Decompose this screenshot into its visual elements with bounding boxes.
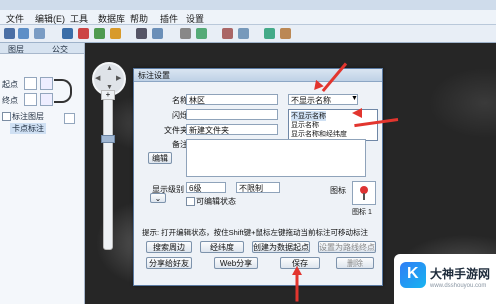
globe-icon[interactable] (264, 28, 275, 39)
start-input[interactable] (24, 77, 37, 90)
editable-checkbox[interactable] (186, 197, 195, 206)
tree-child-label[interactable]: 卡点标注 (10, 123, 46, 134)
icon-label: 图标 (330, 186, 346, 195)
display-level-select[interactable]: 6级 (186, 182, 226, 193)
open-icon[interactable] (4, 28, 15, 39)
download-icon[interactable] (152, 28, 163, 39)
edit-button[interactable]: 编辑 (148, 152, 172, 164)
start-label: 起点 (2, 80, 18, 89)
hint-text: 提示: 打开编辑状态，按住Shift键+鼠标左键拖动当前标注可移动标注 (142, 228, 369, 237)
print-icon[interactable] (180, 28, 191, 39)
name-field[interactable]: 林区 (186, 94, 278, 105)
end-input[interactable] (24, 93, 37, 106)
marker-settings-dialog: 标注设置 名称 林区 不显示名称 ▼ 不显示名称 显示名称 显示名称和经纬度 闪… (133, 68, 383, 286)
menu-edit[interactable]: 编辑(E) (35, 12, 65, 25)
measure-icon[interactable] (136, 28, 147, 39)
route-icon[interactable] (222, 28, 233, 39)
menu-tools[interactable]: 工具 (70, 12, 88, 25)
set-start-button[interactable]: 创建为数据起点 (252, 241, 310, 253)
annotation-arrow-bottom (295, 273, 299, 302)
menu-database[interactable]: 数据库 (98, 12, 125, 25)
dialog-titlebar[interactable]: 标注设置 (134, 69, 382, 82)
toolbar (0, 25, 496, 43)
menu-plugins[interactable]: 插件 (160, 12, 178, 25)
tag-icon[interactable] (280, 28, 291, 39)
coords-button[interactable]: 经纬度 (200, 241, 244, 253)
annotation-arrowhead-right (352, 108, 362, 118)
zoom-handle[interactable] (101, 135, 115, 143)
site-logo-letter: K (407, 265, 419, 282)
zoom-in-icon[interactable]: + (101, 90, 115, 100)
pin-stem (363, 193, 365, 200)
gps-icon[interactable] (196, 28, 207, 39)
tree-root-label[interactable]: 标注图层 (12, 111, 44, 122)
dialog-title: 标注设置 (138, 71, 170, 80)
menu-help[interactable]: 帮助 (130, 12, 148, 25)
label-display-combo-value: 不显示名称 (291, 96, 331, 105)
window-titlebar (0, 0, 496, 10)
menu-settings[interactable]: 设置 (186, 12, 204, 25)
end-pin-icon[interactable] (40, 93, 53, 106)
folder-label: 文件夹 (164, 126, 188, 135)
site-logo-icon: K (400, 262, 426, 288)
start-pin-icon[interactable] (40, 77, 53, 90)
left-panel: 图层 公交 起点 终点 标注图层 卡点标注 (0, 43, 85, 304)
annotation-arrowhead-bottom (292, 266, 302, 275)
search-icon[interactable] (62, 28, 73, 39)
collapse-chevron-icon[interactable]: ⌄ (150, 193, 166, 203)
end-label: 终点 (2, 96, 18, 105)
site-url: www.dsshouyou.com (430, 283, 487, 289)
layer-settings-icon[interactable] (64, 113, 75, 124)
area-icon[interactable] (110, 28, 121, 39)
limit-select[interactable]: 不限制 (236, 182, 280, 193)
zoom-slider[interactable]: + (101, 90, 115, 250)
pan-up-icon[interactable]: ▲ (106, 65, 113, 72)
layers-icon[interactable] (34, 28, 45, 39)
web-share-button[interactable]: Web分享 (214, 257, 258, 269)
share-friend-button[interactable]: 分享给好友 (146, 257, 192, 269)
left-panel-header: 图层 公交 (0, 43, 84, 54)
line-icon[interactable] (94, 28, 105, 39)
left-panel-title: 图层 (8, 45, 24, 54)
icon-preview[interactable] (352, 181, 376, 205)
menu-bar: 文件 编辑(E) 工具 数据库 帮助 插件 设置 (0, 10, 496, 25)
dropdown-option-show-coords[interactable]: 显示名称和经纬度 (291, 129, 347, 139)
icon-count: 图标 1 (352, 209, 372, 216)
pan-left-icon[interactable]: ◀ (95, 74, 100, 82)
chevron-down-icon[interactable]: ▼ (351, 95, 358, 102)
site-watermark: K 大神手游网 www.dsshouyou.com (394, 254, 496, 304)
menu-file[interactable]: 文件 (6, 12, 24, 25)
marker-icon[interactable] (78, 28, 89, 39)
pan-right-icon[interactable]: ▶ (116, 74, 121, 82)
tab-bus[interactable]: 公交 (52, 44, 68, 55)
editable-label: 可编辑状态 (196, 197, 236, 206)
delete-button[interactable]: 删除 (336, 257, 374, 269)
layer-checkbox[interactable] (2, 112, 11, 121)
type-field[interactable] (186, 109, 278, 120)
search-nearby-button[interactable]: 搜索周边 (146, 241, 192, 253)
label-display-combo[interactable]: 不显示名称 (288, 94, 358, 105)
share-icon[interactable] (238, 28, 249, 39)
note-textarea[interactable] (186, 139, 366, 177)
swap-route-icon[interactable] (54, 79, 72, 103)
set-end-button[interactable]: 设置为路线终点 (318, 241, 376, 253)
site-name: 大神手游网 (430, 267, 491, 281)
save-icon[interactable] (18, 28, 29, 39)
folder-field[interactable]: 新建文件夹 (186, 124, 278, 135)
